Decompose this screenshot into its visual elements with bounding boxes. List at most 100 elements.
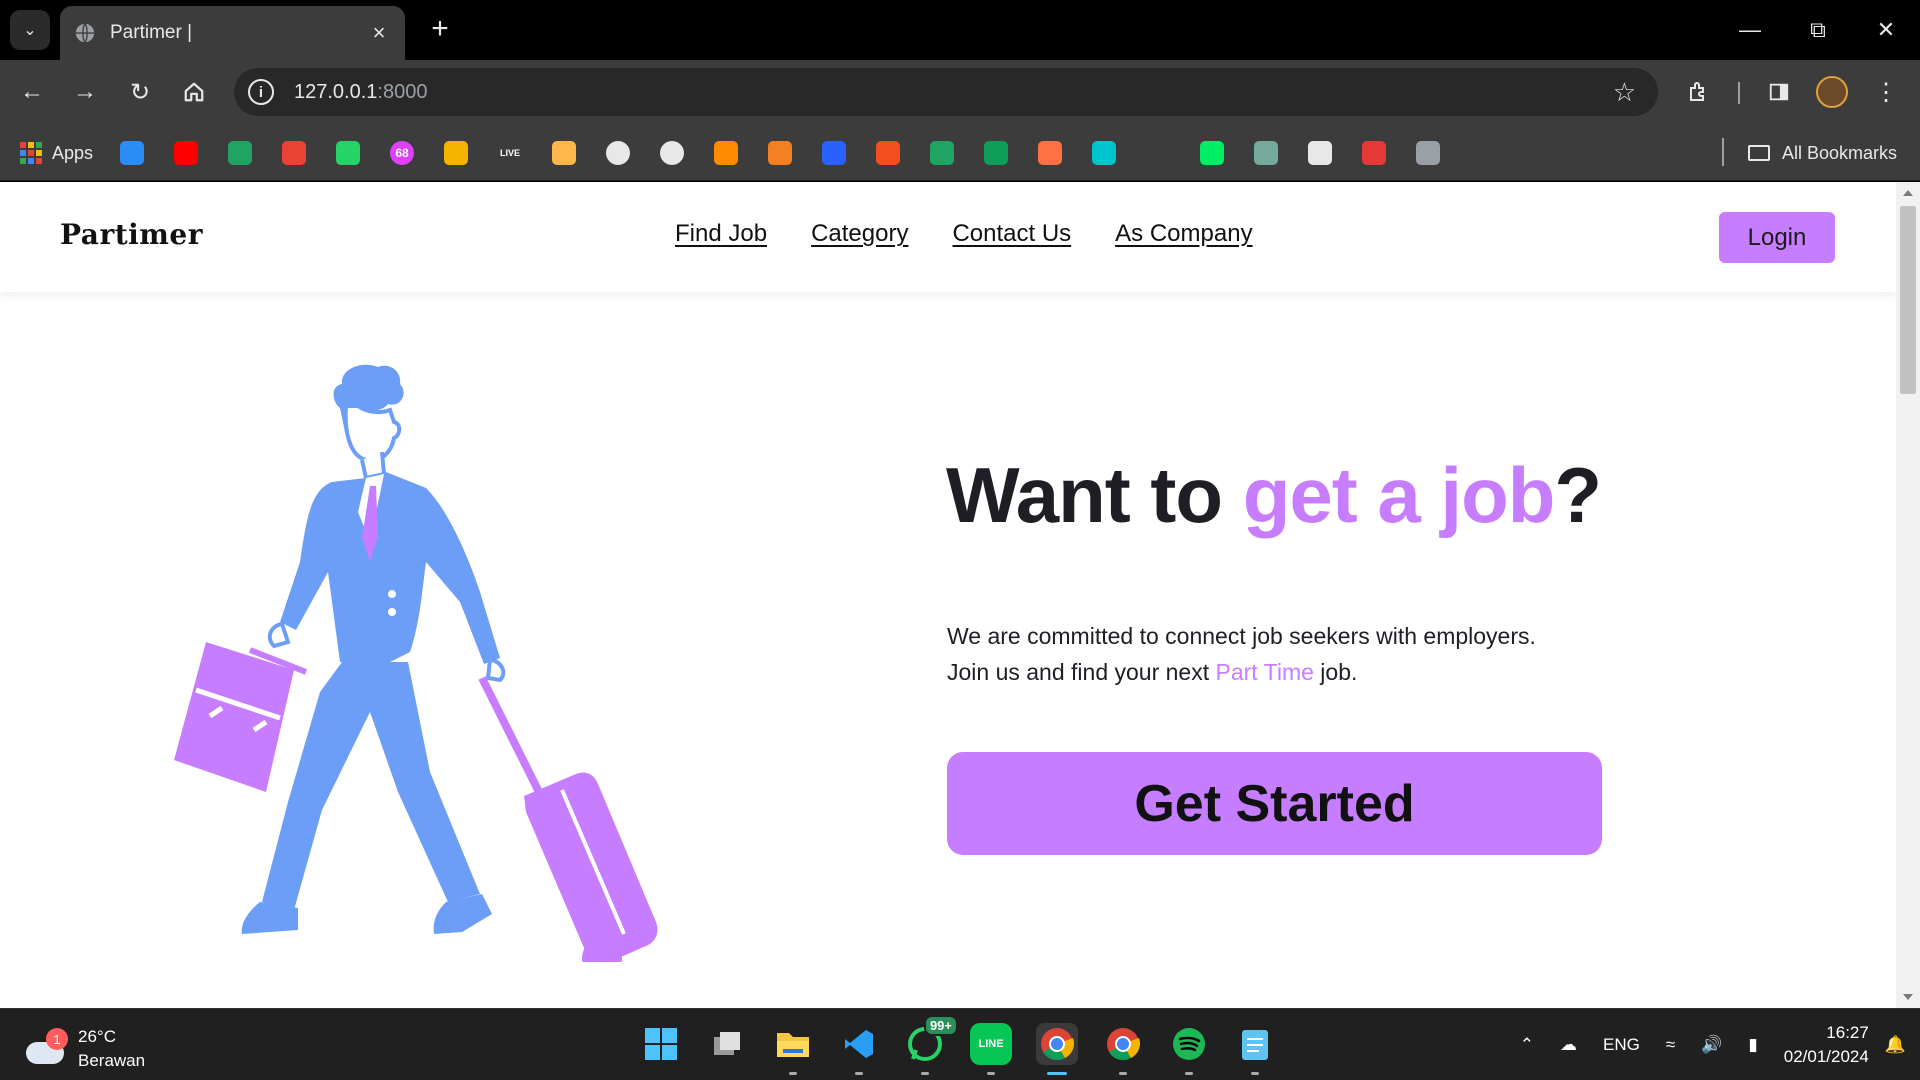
menu-dots-icon[interactable]: ⋮ <box>1868 74 1904 110</box>
nav-category[interactable]: Category <box>811 220 908 248</box>
chatgpt-icon[interactable] <box>1254 141 1278 165</box>
google-drive-icon[interactable] <box>228 141 252 165</box>
drive-icon[interactable] <box>930 141 954 165</box>
close-icon[interactable]: × <box>367 20 391 46</box>
windows-taskbar: 1 26°C Berawan 99+ LINE ⌃ ☁ ENG ≈ 🔊 ▮ 16… <box>0 1008 1920 1080</box>
browser-tab[interactable]: Partimer | × <box>60 6 405 60</box>
bar-icon-glyph <box>822 141 846 165</box>
system-tray: ⌃ ☁ ENG ≈ 🔊 ▮ 16:27 02/01/2024 🔔 <box>1520 1009 1920 1080</box>
new-tab-button[interactable]: + <box>424 14 456 46</box>
bookmark-apps-label: Apps <box>52 142 94 163</box>
crown-icon[interactable] <box>552 141 576 165</box>
minimize-icon[interactable]: — <box>1716 0 1784 60</box>
notification-icon[interactable]: 🔔 <box>1885 1035 1906 1055</box>
task-view-icon[interactable] <box>706 1023 748 1065</box>
live-icon-glyph: LIVE <box>499 148 520 158</box>
live-icon[interactable]: LIVE <box>498 141 522 165</box>
page-scrollbar[interactable] <box>1896 182 1920 1008</box>
stackoverflow-icon[interactable] <box>768 141 792 165</box>
sheets-icon[interactable] <box>984 141 1008 165</box>
forward-icon[interactable]: → <box>67 74 103 110</box>
close-window-icon[interactable]: ✕ <box>1852 0 1920 60</box>
restore-icon[interactable]: ⧉ <box>1784 0 1852 60</box>
site-logo[interactable]: Partimer <box>60 218 203 251</box>
classroom-icon-glyph <box>444 141 468 165</box>
get-started-button[interactable]: Get Started <box>947 752 1602 855</box>
tab-title: Partimer | <box>110 22 193 43</box>
chrome-profile-icon[interactable] <box>1102 1023 1144 1075</box>
extensions-icon[interactable] <box>1681 74 1717 110</box>
chatgpt-icon-glyph <box>1254 141 1278 165</box>
line-app-icon[interactable]: LINE <box>970 1023 1012 1075</box>
file-explorer-icon[interactable] <box>772 1023 814 1075</box>
cloud-icon: 1 <box>26 1028 68 1064</box>
window-controls: — ⧉ ✕ <box>1716 0 1920 60</box>
youtube-icon[interactable] <box>174 141 198 165</box>
whatsapp-icon[interactable] <box>336 141 360 165</box>
vscode-icon[interactable] <box>838 1023 880 1075</box>
side-panel-icon[interactable] <box>1761 74 1797 110</box>
coursera-icon-glyph <box>714 141 738 165</box>
language-indicator[interactable]: ENG <box>1603 1035 1640 1055</box>
github-icon[interactable] <box>660 141 684 165</box>
diagram-icon-glyph <box>1038 141 1062 165</box>
onedrive-icon[interactable] <box>120 141 144 165</box>
scroll-thumb[interactable] <box>1900 206 1916 394</box>
volume-icon[interactable]: 🔊 <box>1701 1035 1722 1055</box>
zero-icon[interactable] <box>1146 141 1170 165</box>
figma-icon[interactable] <box>876 141 900 165</box>
battery-icon[interactable]: ▮ <box>1748 1035 1757 1055</box>
briefcase <box>174 642 308 792</box>
whatsapp-app-icon[interactable]: 99+ <box>904 1015 958 1075</box>
dots-icon[interactable] <box>1416 141 1440 165</box>
mongodb-icon[interactable] <box>1200 141 1224 165</box>
diagram-icon[interactable] <box>1038 141 1062 165</box>
stackoverflow-icon-glyph <box>768 141 792 165</box>
site-info-icon[interactable]: i <box>248 79 274 105</box>
weather-widget[interactable]: 1 26°C Berawan <box>26 1025 145 1073</box>
start-button[interactable] <box>640 1023 682 1065</box>
spotify-icon[interactable] <box>1168 1023 1210 1075</box>
address-bar[interactable]: i 127.0.0.1:8000 ☆ <box>234 68 1658 116</box>
url-text: 127.0.0.1:8000 <box>294 80 428 103</box>
reload-icon[interactable]: ↻ <box>122 74 158 110</box>
scroll-up-icon[interactable] <box>1903 190 1913 196</box>
system-clock[interactable]: 16:27 02/01/2024 <box>1784 1021 1869 1069</box>
canva-icon[interactable] <box>1092 141 1116 165</box>
trello-icon[interactable] <box>1362 141 1386 165</box>
clock-time: 16:27 <box>1826 1023 1869 1042</box>
bookmark-star-icon[interactable]: ☆ <box>1613 77 1636 108</box>
globe-icon[interactable] <box>606 141 630 165</box>
classroom-icon[interactable] <box>444 141 468 165</box>
coursera-icon[interactable] <box>714 141 738 165</box>
bookmarks-divider <box>1722 138 1724 166</box>
login-button[interactable]: Login <box>1719 212 1835 263</box>
wifi-icon[interactable]: ≈ <box>1666 1035 1675 1055</box>
gmail-icon[interactable] <box>282 141 306 165</box>
whatsapp-icon-glyph <box>336 141 360 165</box>
home-icon[interactable] <box>176 74 212 110</box>
scroll-down-icon[interactable] <box>1903 994 1913 1000</box>
nav-as-company[interactable]: As Company <box>1115 220 1252 248</box>
hero-illustration <box>174 364 658 962</box>
globe-icon-glyph <box>606 141 630 165</box>
all-bookmarks[interactable]: All Bookmarks <box>1748 141 1897 165</box>
chevron-up-icon[interactable]: ⌃ <box>1520 1035 1534 1055</box>
crown-icon-glyph <box>552 141 576 165</box>
onedrive-tray-icon[interactable]: ☁ <box>1560 1035 1577 1055</box>
bar-icon[interactable] <box>822 141 846 165</box>
weather-temperature: 26°C <box>78 1027 116 1046</box>
nav-find-job[interactable]: Find Job <box>675 220 767 248</box>
badge-68-icon[interactable]: 68 <box>390 141 414 165</box>
tab-search-button[interactable]: ⌄ <box>10 10 50 50</box>
notepad-icon[interactable] <box>1234 1023 1276 1075</box>
back-icon[interactable]: ← <box>14 74 50 110</box>
bookmark-apps[interactable]: Apps <box>20 141 93 165</box>
profile-avatar[interactable] <box>1816 76 1848 108</box>
capcut-icon[interactable] <box>1308 141 1332 165</box>
taskbar-apps: 99+ LINE <box>640 1015 1276 1075</box>
folder-icon <box>1748 145 1770 161</box>
nav-contact-us[interactable]: Contact Us <box>952 220 1071 248</box>
part-time-accent: Part Time <box>1215 659 1314 685</box>
chrome-active-icon[interactable] <box>1036 1023 1078 1075</box>
